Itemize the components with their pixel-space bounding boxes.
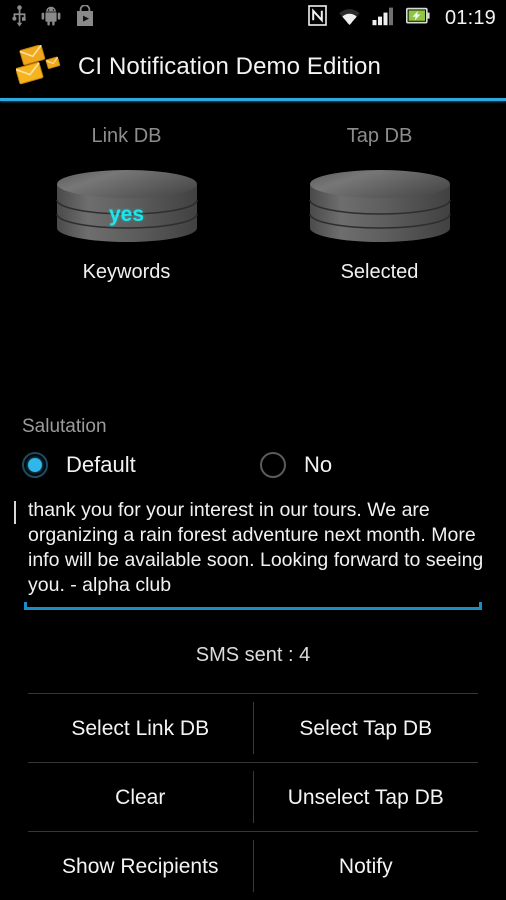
envelopes-icon [15,44,66,89]
show-recipients-button[interactable]: Show Recipients [28,832,253,900]
text-caret [14,501,16,524]
button-grid: Select Link DB Select Tap DB Clear Unsel… [28,693,478,900]
nfc-icon [308,5,327,31]
android-robot-icon [41,6,61,31]
unselect-tap-db-button[interactable]: Unselect Tap DB [254,763,479,831]
status-bar-clock: 01:19 [444,7,496,29]
app-screen: 01:19 CI Notification Demo Edition Link … [0,0,506,900]
message-input-underline [24,602,482,610]
link-db-value: yes [108,203,145,226]
link-db-title: Link DB [91,125,162,147]
tap-db-cylinder-icon[interactable] [304,168,456,246]
wifi-icon [338,6,361,31]
tap-db-column[interactable]: Tap DB Selected [253,108,506,282]
radio-option-no[interactable]: No [260,452,332,478]
status-bar: 01:19 [0,0,506,36]
action-bar: CI Notification Demo Edition [0,36,506,98]
page-title: CI Notification Demo Edition [78,53,381,80]
database-section: Link DB yes Keywords Tap DB Selected [0,108,506,282]
button-row: Clear Unselect Tap DB [28,763,478,831]
status-bar-right-icons: 01:19 [308,5,496,31]
select-link-db-button[interactable]: Select Link DB [28,694,253,762]
tap-db-title: Tap DB [346,125,413,147]
button-row: Show Recipients Notify [28,832,478,900]
notify-button[interactable]: Notify [254,832,479,900]
salutation-radio-group: Default No [22,452,484,478]
radio-label-no: No [304,452,333,477]
radio-button-no-icon[interactable] [260,452,286,478]
action-bar-accent-rule [0,98,506,101]
radio-label-default: Default [66,452,136,477]
button-row: Select Link DB Select Tap DB [28,694,478,762]
battery-charging-icon [405,7,430,29]
sms-sent-status: SMS sent : 4 [195,644,311,666]
tap-db-subtitle: Selected [340,261,419,283]
link-db-column[interactable]: Link DB yes Keywords [0,108,253,282]
usb-icon [12,4,27,32]
radio-option-default[interactable]: Default [22,452,260,478]
message-input[interactable]: thank you for your interest in our tours… [22,498,484,598]
link-db-cylinder-icon[interactable]: yes [51,168,203,246]
message-input-wrapper[interactable]: thank you for your interest in our tours… [22,498,484,598]
radio-dot [28,458,42,472]
link-db-subtitle: Keywords [82,261,171,283]
select-tap-db-button[interactable]: Select Tap DB [254,694,479,762]
signal-icon [372,6,395,31]
salutation-label: Salutation [22,416,107,437]
clear-button[interactable]: Clear [28,763,253,831]
radio-button-default-icon[interactable] [22,452,48,478]
play-store-icon [75,3,95,32]
status-bar-left-icons [12,3,95,32]
